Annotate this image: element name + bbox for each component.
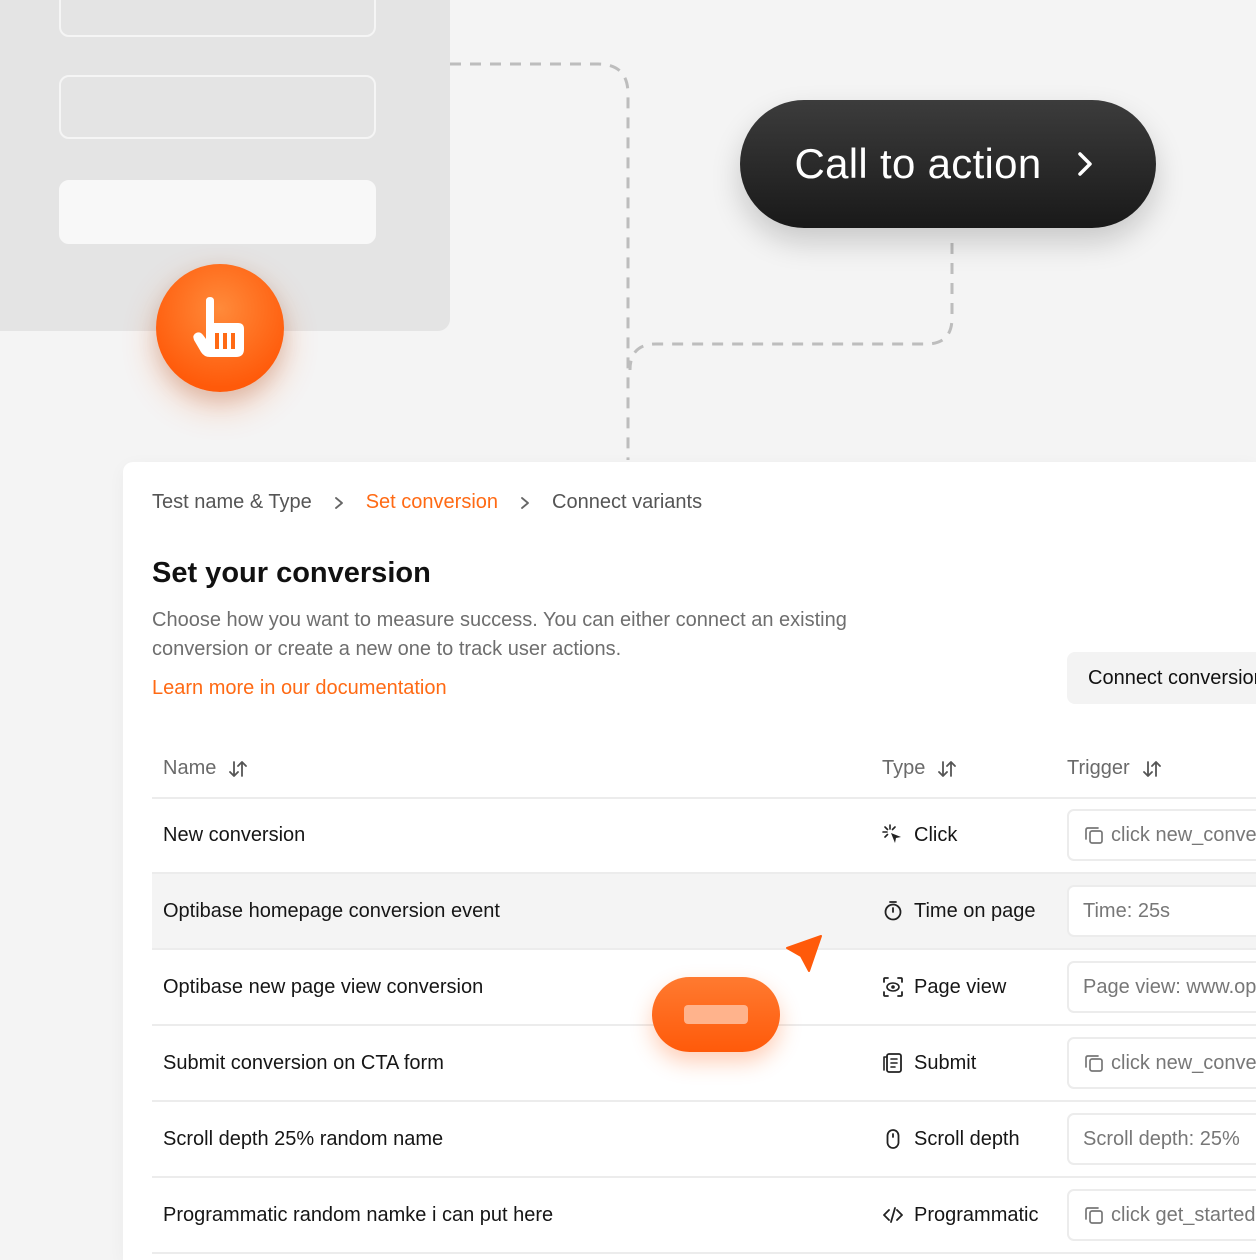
form-input-placeholder[interactable]	[59, 75, 376, 139]
trigger-value[interactable]: Scroll depth: 25%	[1067, 1113, 1256, 1165]
page-title: Set your conversion	[152, 557, 431, 589]
copy-icon	[1085, 827, 1103, 844]
conversion-name: Scroll depth 25% random name	[163, 1127, 444, 1150]
trigger-value[interactable]: Page view: www.optibase.io	[1067, 961, 1256, 1013]
table-row[interactable]: Optibase homepage conversion event Time …	[152, 874, 1256, 950]
table-header: Name Type Trigger	[152, 742, 1256, 799]
type-label: Time on page	[914, 899, 1036, 922]
breadcrumb-step-test-name[interactable]: Test name & Type	[152, 491, 312, 514]
trigger-value[interactable]: click new_conversion	[1067, 1037, 1256, 1089]
mouse-icon	[882, 1128, 904, 1150]
trigger-text: click new_conversion	[1111, 1051, 1256, 1074]
trigger-value[interactable]: Time: 25s	[1067, 885, 1256, 937]
copy-icon	[1085, 1207, 1103, 1224]
sort-icon	[938, 760, 957, 777]
button-label-placeholder	[684, 1005, 748, 1024]
connect-conversion-button[interactable]: Connect conversion	[1067, 652, 1256, 704]
table-row[interactable]: Scroll depth 25% random name Scroll dept…	[152, 1102, 1256, 1178]
column-header-trigger[interactable]: Trigger	[1067, 757, 1162, 780]
breadcrumb-step-set-conversion[interactable]: Set conversion	[366, 491, 498, 514]
trigger-text: click new_conversion	[1111, 823, 1256, 846]
chevron-right-icon	[1077, 152, 1092, 176]
conversion-name: Programmatic random namke i can put here	[163, 1203, 554, 1226]
column-header-name[interactable]: Name	[163, 757, 248, 780]
floating-button-placeholder[interactable]	[652, 977, 780, 1052]
pointer-hand-button[interactable]	[156, 264, 284, 392]
trigger-text: Page view: www.optibase.io	[1083, 975, 1256, 998]
breadcrumb: Test name & Type Set conversion Connect …	[152, 491, 702, 514]
set-conversion-panel: Test name & Type Set conversion Connect …	[123, 462, 1256, 1260]
sort-icon	[1142, 760, 1161, 777]
type-label: Programmatic	[914, 1203, 1039, 1226]
form-submit-placeholder[interactable]	[59, 180, 376, 244]
trigger-text: Scroll depth: 25%	[1083, 1127, 1240, 1150]
pointer-hand-icon	[193, 297, 244, 357]
code-icon	[882, 1204, 904, 1226]
trigger-text: click get_started	[1111, 1203, 1256, 1226]
timer-icon	[882, 900, 904, 922]
column-header-label: Type	[882, 757, 926, 779]
conversion-name: New conversion	[163, 823, 306, 846]
trigger-value[interactable]: click new_conversion	[1067, 809, 1256, 861]
page-view-icon	[882, 976, 904, 998]
cta-label: Call to action	[794, 140, 1042, 187]
type-label: Submit	[914, 1051, 977, 1074]
table-row[interactable]: New conversion Click click new_conversio…	[152, 798, 1256, 874]
breadcrumb-step-connect-variants[interactable]: Connect variants	[552, 491, 702, 514]
sort-icon	[229, 760, 248, 777]
click-icon	[882, 824, 904, 846]
cursor-arrow-icon	[786, 935, 822, 972]
type-label: Click	[914, 823, 958, 846]
chevron-right-icon	[334, 496, 344, 510]
trigger-value[interactable]: click get_started	[1067, 1189, 1256, 1241]
conversion-type: Click	[882, 798, 957, 872]
conversion-name: Submit conversion on CTA form	[163, 1051, 444, 1074]
conversion-name: Optibase homepage conversion event	[163, 899, 500, 922]
copy-icon	[1085, 1055, 1103, 1072]
conversion-type: Submit	[882, 1026, 976, 1100]
column-header-type[interactable]: Type	[882, 757, 957, 780]
conversion-type: Programmatic	[882, 1178, 1038, 1252]
form-submit-icon	[882, 1052, 904, 1074]
trigger-text: Time: 25s	[1083, 899, 1171, 922]
form-input-placeholder[interactable]	[59, 0, 376, 37]
call-to-action-button[interactable]: Call to action	[740, 100, 1156, 228]
conversion-type: Time on page	[882, 874, 1036, 948]
column-header-label: Name	[163, 757, 217, 779]
page-description: Choose how you want to measure success. …	[152, 609, 847, 660]
conversion-type: Scroll depth	[882, 1102, 1020, 1176]
table-row[interactable]: Programmatic random namke i can put here…	[152, 1178, 1256, 1254]
conversion-type: Page view	[882, 950, 1006, 1024]
conversion-name: Optibase new page view conversion	[163, 975, 484, 998]
documentation-link[interactable]: Learn more in our documentation	[152, 677, 447, 700]
type-label: Scroll depth	[914, 1127, 1020, 1150]
column-header-label: Trigger	[1067, 757, 1130, 779]
chevron-right-icon	[520, 496, 530, 510]
type-label: Page view	[914, 975, 1007, 998]
